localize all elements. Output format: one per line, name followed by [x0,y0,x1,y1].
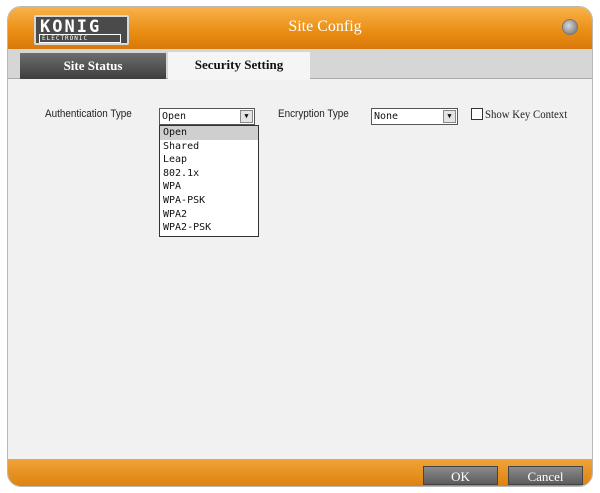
chevron-down-icon[interactable]: ▼ [240,110,253,123]
chevron-down-icon[interactable]: ▼ [443,110,456,123]
dropdown-option-8021x[interactable]: 802.1x [160,167,258,181]
encryption-type-value: None [374,111,399,122]
show-key-label: Show Key Context [485,107,568,121]
dropdown-option-shared[interactable]: Shared [160,140,258,154]
show-key-checkbox[interactable] [471,108,483,120]
dropdown-option-open[interactable]: Open [160,126,258,140]
authentication-type-value: Open [162,111,187,122]
ok-button[interactable]: OK [423,466,498,485]
dropdown-option-wpa-psk[interactable]: WPA-PSK [160,194,258,208]
authentication-type-dropdown: Open Shared Leap 802.1x WPA WPA-PSK WPA2… [159,125,259,237]
dropdown-option-leap[interactable]: Leap [160,153,258,167]
window-title: Site Config [288,18,362,35]
dropdown-option-wpa2[interactable]: WPA2 [160,208,258,222]
title-bar: KONIG ELECTRONIC Site Config [8,7,592,49]
encryption-type-select[interactable]: None ▼ [371,108,458,125]
tab-site-status[interactable]: Site Status [20,53,166,79]
security-setting-panel: Authentication Type Open ▼ Open Shared L… [8,79,592,459]
tab-security-setting[interactable]: Security Setting [168,52,310,80]
cancel-button[interactable]: Cancel [508,466,583,485]
dropdown-option-wpa2-psk[interactable]: WPA2-PSK [160,221,258,235]
authentication-type-label: Authentication Type [45,108,132,120]
dropdown-option-wpa[interactable]: WPA [160,180,258,194]
footer-bar: OK Cancel [8,459,592,486]
tab-bar: Site Status Security Setting [8,49,592,80]
authentication-type-select[interactable]: Open ▼ [159,108,255,125]
site-config-window: KONIG ELECTRONIC Site Config Site Status… [7,6,593,487]
encryption-type-label: Encryption Type [278,108,349,120]
close-icon[interactable] [562,19,578,35]
